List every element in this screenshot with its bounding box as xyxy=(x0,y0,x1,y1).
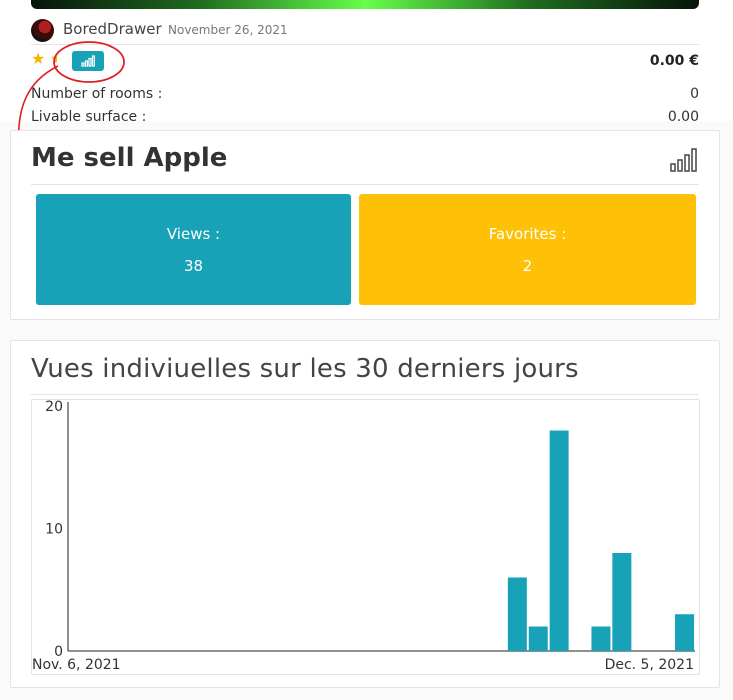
views-tile: Views : 38 xyxy=(36,194,351,305)
price: 0.00 € xyxy=(649,53,699,69)
stats-button[interactable] xyxy=(72,51,104,71)
favorites-label: Favorites : xyxy=(488,225,567,243)
avatar[interactable] xyxy=(31,19,54,42)
star-icon: ★ xyxy=(31,49,46,68)
y-tick-label: 20 xyxy=(45,400,63,415)
favorites-value: 2 xyxy=(522,257,533,275)
y-tick-label: 10 xyxy=(45,522,63,538)
views-label: Views : xyxy=(166,225,221,243)
spec-row-rooms: Number of rooms : 0 xyxy=(31,86,699,106)
views-chart-card: Vues indiviuelles sur les 30 derniers jo… xyxy=(10,340,720,688)
bar xyxy=(549,430,569,651)
bar-chart-icon[interactable] xyxy=(670,148,698,172)
bar-chart-icon xyxy=(81,55,95,67)
spec-row-surface: Livable surface : 0.00 xyxy=(31,109,699,121)
bar xyxy=(612,553,632,651)
post-date: November 26, 2021 xyxy=(168,23,288,37)
rating-row: ★ ★ 0.00 € xyxy=(31,48,699,76)
listing-preview: BoredDrawer November 26, 2021 ★ ★ 0.00 €… xyxy=(0,0,733,121)
x-tick-label: Dec. 5, 2021 xyxy=(605,657,694,673)
bar xyxy=(675,614,695,651)
views-value: 38 xyxy=(183,257,204,275)
listing-title: Me sell Apple xyxy=(31,143,228,173)
divider xyxy=(31,394,699,395)
spec-label: Number of rooms : xyxy=(31,86,163,102)
favorites-tile: Favorites : 2 xyxy=(359,194,696,305)
stats-card: Me sell Apple Views : 38 Favorites : 2 xyxy=(10,130,720,320)
spec-value: 0.00 xyxy=(667,109,699,121)
star-icon: ★ xyxy=(50,51,57,67)
bar xyxy=(528,626,548,651)
bar xyxy=(591,626,611,651)
divider xyxy=(31,184,699,185)
spec-value: 0 xyxy=(690,86,699,102)
author-name[interactable]: BoredDrawer xyxy=(63,20,162,38)
spec-label: Livable surface : xyxy=(31,109,147,121)
bar xyxy=(507,577,527,651)
listing-banner-image xyxy=(31,0,699,9)
chart-svg: 01020Nov. 6, 2021 Dec. 5, 2021 xyxy=(32,399,695,673)
views-bar-chart: 0 10 20 Nov. 6, 2021 Dec. 5, 2021 xyxy=(31,399,700,675)
author-row: BoredDrawer November 26, 2021 xyxy=(31,19,699,45)
chart-title: Vues indiviuelles sur les 30 derniers jo… xyxy=(31,354,579,384)
x-tick-label: Nov. 6, 2021 xyxy=(32,657,121,673)
